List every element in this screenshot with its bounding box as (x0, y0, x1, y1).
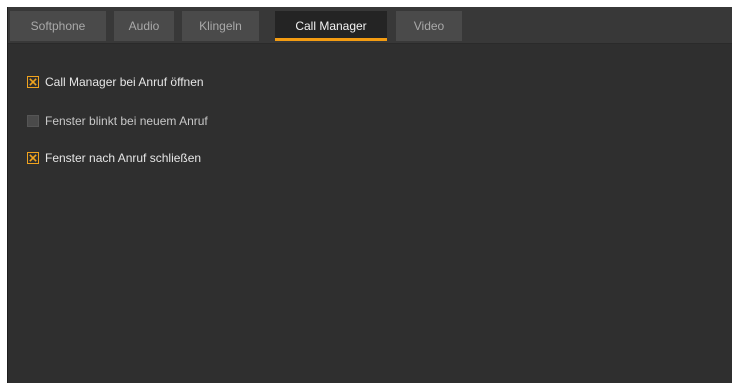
tab-video[interactable]: Video (396, 11, 462, 41)
tab-klingeln[interactable]: Klingeln (182, 11, 259, 41)
tab-label: Klingeln (199, 19, 242, 33)
checkbox-unchecked-icon[interactable] (27, 115, 39, 127)
option-label: Fenster nach Anruf schließen (45, 151, 202, 165)
checkbox-checked-icon[interactable] (27, 152, 39, 164)
active-tab-indicator (275, 38, 387, 41)
x-mark-icon (29, 154, 37, 162)
option-open-call-manager[interactable]: Call Manager bei Anruf öffnen (27, 74, 204, 90)
checkbox-checked-icon[interactable] (27, 76, 39, 88)
x-mark-icon (29, 78, 37, 86)
tab-softphone[interactable]: Softphone (10, 11, 106, 41)
tab-audio[interactable]: Audio (114, 11, 174, 41)
tab-bar: Softphone Audio Klingeln Call Manager Vi… (8, 7, 732, 44)
tab-label: Audio (128, 19, 160, 33)
call-manager-panel: Call Manager bei Anruf öffnen Fenster bl… (8, 44, 732, 383)
tab-label: Softphone (30, 19, 86, 33)
settings-window: Softphone Audio Klingeln Call Manager Vi… (7, 7, 732, 383)
tab-label: Call Manager (295, 19, 367, 33)
option-window-blinks[interactable]: Fenster blinkt bei neuem Anruf (27, 113, 208, 129)
tab-call-manager[interactable]: Call Manager (275, 11, 387, 41)
tab-label: Video (413, 19, 445, 33)
option-close-after-call[interactable]: Fenster nach Anruf schließen (27, 150, 201, 166)
option-label: Call Manager bei Anruf öffnen (45, 75, 204, 89)
option-label: Fenster blinkt bei neuem Anruf (45, 114, 208, 128)
